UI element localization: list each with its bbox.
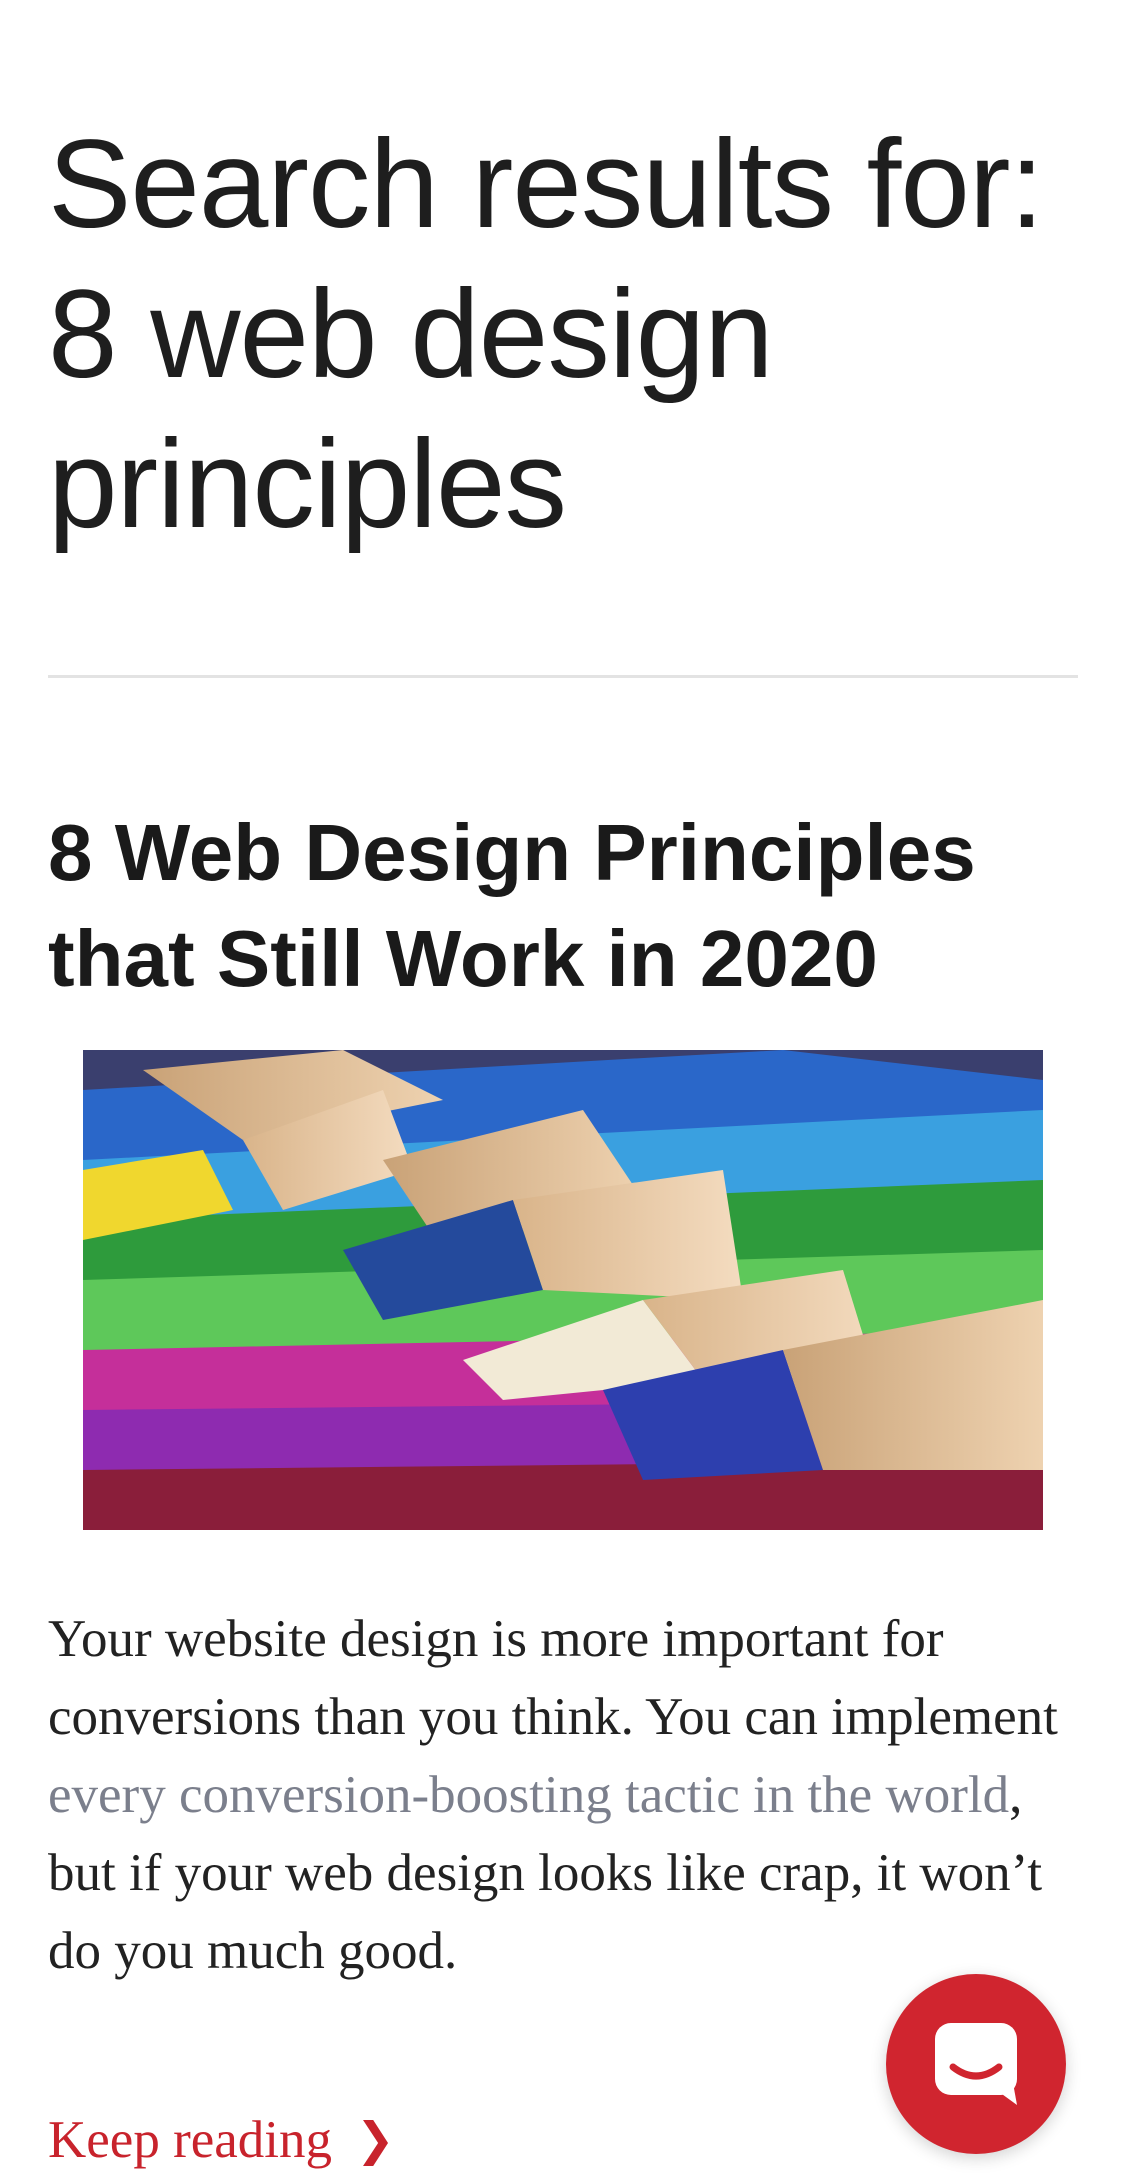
section-divider [48, 675, 1078, 678]
post-title-line-2: that Still Work in 2020 [48, 914, 878, 1003]
chat-bubble-icon [935, 2023, 1017, 2105]
post-title-line-1: 8 Web Design Principles [48, 808, 976, 897]
conversion-tactics-link[interactable]: every conversion-boosting tactic in the … [48, 1766, 1009, 1824]
page-title: Search results for: 8 web design princip… [48, 110, 1078, 560]
page-title-line-2: 8 web design [48, 265, 774, 404]
excerpt-text-start: Your website design is more important fo… [48, 1610, 1058, 1746]
post-title-link[interactable]: 8 Web Design Principles that Still Work … [48, 800, 1078, 1012]
post-excerpt: Your website design is more important fo… [48, 1600, 1078, 1990]
page-title-line-3: principles [48, 415, 567, 554]
chat-launcher-button[interactable] [886, 1974, 1066, 2154]
colored-pencils-illustration [83, 1050, 1043, 1530]
chevron-right-icon: ❯ [356, 2112, 395, 2166]
keep-reading-link[interactable]: Keep reading ❯ [48, 2100, 395, 2179]
colored-pencils-image[interactable] [83, 1050, 1043, 1530]
keep-reading-label: Keep reading [48, 2111, 332, 2169]
page-title-line-1: Search results for: [48, 115, 1044, 254]
